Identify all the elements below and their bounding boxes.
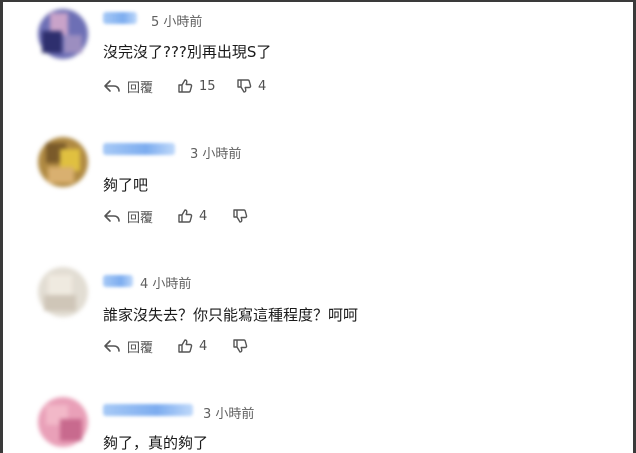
comment-timestamp: 3 小時前 (203, 407, 255, 422)
like-count: 4 (199, 208, 208, 224)
comment-panel-frame (0, 0, 636, 453)
like-count: 4 (199, 338, 208, 354)
thumbs-down-icon (233, 339, 248, 353)
user-avatar[interactable] (38, 9, 88, 59)
dislike-button[interactable]: 4 (236, 76, 266, 96)
dislike-button[interactable] (232, 336, 254, 356)
comment-timestamp: 3 小時前 (190, 147, 242, 162)
reply-button[interactable]: 回覆 (103, 206, 153, 226)
comment-text: 夠了，真的夠了 (103, 434, 209, 452)
comment-actions: 回覆 15 4 (103, 76, 403, 96)
like-count: 15 (199, 78, 216, 94)
thumbs-down-icon (233, 209, 248, 223)
user-avatar[interactable] (38, 267, 88, 317)
like-button[interactable]: 4 (177, 206, 207, 226)
dislike-count: 4 (258, 78, 267, 94)
reply-button[interactable]: 回覆 (103, 76, 153, 96)
user-avatar[interactable] (38, 137, 88, 187)
like-button[interactable]: 15 (177, 76, 216, 96)
reply-label: 回覆 (127, 210, 154, 226)
thumbs-down-icon (237, 79, 252, 93)
thumbs-up-icon (178, 339, 193, 353)
thumbs-up-icon (178, 209, 193, 223)
comment-timestamp: 4 小時前 (140, 277, 192, 292)
reply-button[interactable]: 回覆 (103, 336, 153, 356)
username-redacted[interactable] (103, 12, 137, 24)
comment-text: 沒完沒了???別再出現S了 (103, 43, 272, 61)
username-redacted[interactable] (103, 275, 133, 287)
comment-text: 夠了吧 (103, 176, 149, 194)
user-avatar[interactable] (38, 397, 88, 447)
like-button[interactable]: 4 (177, 336, 207, 356)
comment-actions: 回覆 4 (103, 206, 403, 226)
reply-label: 回覆 (127, 80, 154, 96)
reply-icon (104, 80, 120, 92)
comment-actions: 回覆 4 (103, 336, 403, 356)
username-redacted[interactable] (103, 404, 193, 416)
comment-text: 誰家沒失去？你只能寫這種程度？呵呵 (103, 306, 359, 324)
reply-icon (104, 340, 120, 352)
reply-label: 回覆 (127, 340, 154, 356)
username-redacted[interactable] (103, 143, 175, 155)
reply-icon (104, 210, 120, 222)
comment-timestamp: 5 小時前 (151, 15, 203, 30)
thumbs-up-icon (178, 79, 193, 93)
dislike-button[interactable] (232, 206, 254, 226)
